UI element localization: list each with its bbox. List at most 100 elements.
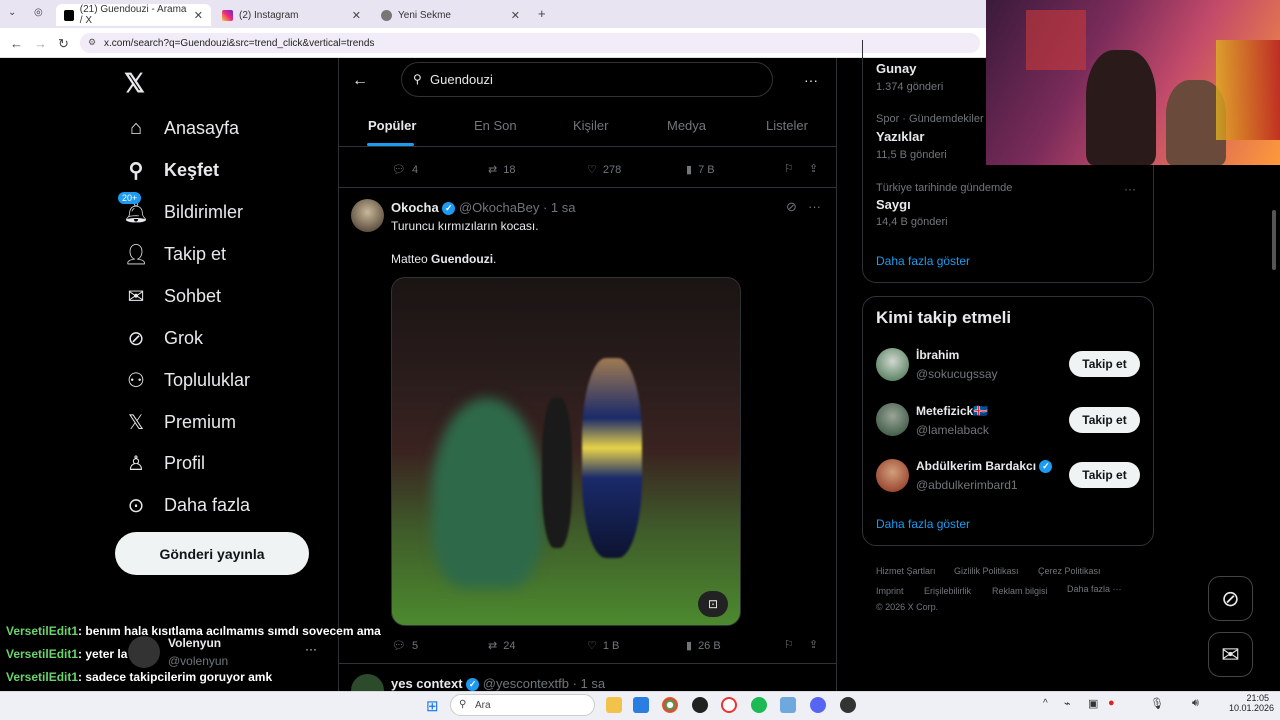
tab-people[interactable]: Kişiler	[573, 118, 608, 133]
image-edit-icon[interactable]: ⊡	[698, 591, 728, 617]
avatar[interactable]	[128, 636, 160, 668]
account-name[interactable]: Volenyun	[168, 636, 221, 650]
microphone-icon[interactable]: 🎙︎	[1150, 697, 1164, 710]
x-logo-icon[interactable]: 𝕏	[124, 68, 145, 99]
sidebar-item-grok[interactable]: ⊘ Grok	[124, 326, 203, 350]
opera-icon[interactable]	[721, 697, 737, 713]
views-button[interactable]: ▮ 26 B	[686, 639, 721, 653]
spotify-icon[interactable]	[751, 697, 767, 713]
avatar[interactable]	[876, 348, 909, 381]
discord-icon[interactable]	[810, 697, 826, 713]
chevron-up-icon[interactable]: ^	[1043, 698, 1048, 709]
sidebar-item-follow[interactable]: 👤︎ Takip et	[123, 242, 226, 266]
more-options-icon[interactable]: ···	[808, 199, 821, 214]
footer-link[interactable]: Imprint	[876, 586, 904, 596]
reply-button[interactable]: 💬︎ 4	[392, 163, 418, 177]
tab-lists[interactable]: Listeler	[766, 118, 808, 133]
post-image[interactable]: ⊡	[391, 277, 741, 626]
forward-icon[interactable]: →	[34, 36, 47, 51]
avatar[interactable]	[876, 459, 909, 492]
tab-group-icon[interactable]: ◎	[34, 7, 43, 18]
close-icon[interactable]: ✕	[194, 9, 203, 22]
user-name[interactable]: İbrahim	[916, 348, 959, 362]
windows-start-icon[interactable]: ⊞	[426, 697, 439, 715]
repost-button[interactable]: ⇄ 18	[488, 163, 515, 177]
post-time[interactable]: · 1 sa	[543, 200, 576, 215]
obs-icon[interactable]	[840, 697, 856, 713]
tab-x-search[interactable]: (21) Guendouzi - Arama / X ✕	[56, 4, 211, 26]
back-arrow-icon[interactable]: ←	[352, 72, 368, 90]
post-author[interactable]: Okocha	[391, 200, 439, 215]
sidebar-item-home[interactable]: ⌂ Anasayfa	[124, 116, 239, 140]
chrome-icon[interactable]	[662, 697, 678, 713]
footer-link[interactable]: Reklam bilgisi	[992, 586, 1048, 596]
tray-icon[interactable]: ▣	[1088, 697, 1098, 710]
clock[interactable]: 21:05 10.01.2026	[1229, 693, 1274, 713]
grok-float-button[interactable]: ⊘	[1208, 576, 1253, 621]
footer-link[interactable]: Çerez Politikası	[1038, 566, 1101, 576]
sidebar-item-premium[interactable]: 𝕏 Premium	[124, 410, 236, 434]
grok-icon[interactable]: ⊘	[786, 199, 797, 215]
more-options-icon[interactable]: ···	[1124, 182, 1136, 196]
footer-more-link[interactable]: Daha fazla ···	[1067, 584, 1122, 594]
post-time[interactable]: · 1 sa	[573, 676, 606, 691]
messages-float-button[interactable]: ✉	[1208, 632, 1253, 677]
trend-title[interactable]: Saygı	[876, 197, 911, 212]
bookmark-icon[interactable]: ⚐	[784, 638, 794, 651]
search-input[interactable]: ⚲ Guendouzi	[401, 62, 773, 97]
more-options-icon[interactable]: ···	[804, 72, 818, 88]
taskbar-search[interactable]: ⚲ Ara	[450, 694, 595, 716]
sidebar-item-notifications[interactable]: 🔔︎ 20+ Bildirimler	[118, 192, 243, 224]
reply-button[interactable]: 💬︎ 5	[392, 639, 418, 653]
repost-button[interactable]: ⇄ 24	[488, 639, 515, 653]
volume-icon[interactable]: 🔊︎	[1192, 697, 1199, 710]
avatar[interactable]	[876, 403, 909, 436]
like-button[interactable]: ♡ 278	[587, 163, 621, 177]
sidebar-item-profile[interactable]: ♙ Profil	[124, 451, 205, 475]
url-field[interactable]: ⚙ x.com/search?q=Guendouzi&src=trend_cli…	[80, 33, 980, 53]
footer-link[interactable]: Gizlilik Politikası	[954, 566, 1019, 576]
sidebar-item-more[interactable]: ⊙ Daha fazla	[124, 493, 250, 517]
sidebar-item-chat[interactable]: ✉ Sohbet	[124, 284, 221, 308]
post-handle[interactable]: @OkochaBey	[459, 200, 539, 215]
post-button[interactable]: Gönderi yayınla	[115, 532, 309, 575]
trend-title[interactable]: Yazıklar	[876, 129, 924, 144]
bookmark-icon[interactable]: ⚐	[784, 162, 794, 175]
scrollbar-thumb[interactable]	[1272, 210, 1276, 270]
share-icon[interactable]: ⇪	[809, 162, 818, 175]
record-icon[interactable]: ●	[1108, 697, 1115, 709]
file-explorer-icon[interactable]	[606, 697, 622, 713]
new-tab-icon[interactable]: +	[538, 6, 546, 21]
avatar[interactable]	[351, 199, 384, 232]
tab-media[interactable]: Medya	[667, 118, 706, 133]
post-author[interactable]: yes context	[391, 676, 463, 691]
follow-button[interactable]: Takip et	[1069, 407, 1140, 433]
back-icon[interactable]: ←	[10, 36, 23, 51]
user-name[interactable]: Metefizick🇮🇸	[916, 404, 988, 418]
reload-icon[interactable]: ↻	[58, 36, 69, 52]
site-info-icon[interactable]: ⚙	[88, 37, 96, 48]
more-dots-icon[interactable]: ···	[305, 642, 317, 656]
tab-popular[interactable]: Popüler	[368, 118, 416, 133]
footer-link[interactable]: Erişilebilirlik	[924, 586, 971, 596]
follow-button[interactable]: Takip et	[1069, 351, 1140, 377]
tab-instagram[interactable]: (2) Instagram ✕	[214, 4, 369, 26]
show-more-link[interactable]: Daha fazla göster	[876, 517, 970, 531]
store-icon[interactable]	[633, 697, 649, 713]
settings-icon[interactable]	[780, 697, 796, 713]
follow-button[interactable]: Takip et	[1069, 462, 1140, 488]
tab-new[interactable]: Yeni Sekme ✕	[373, 4, 528, 26]
like-button[interactable]: ♡ 1 B	[587, 639, 619, 653]
user-name[interactable]: Abdülkerim Bardakcı	[916, 459, 1036, 473]
footer-link[interactable]: Hizmet Şartları	[876, 566, 936, 576]
share-icon[interactable]: ⇪	[809, 638, 818, 651]
close-icon[interactable]: ✕	[352, 9, 361, 22]
network-icon[interactable]: ⌁	[1064, 697, 1071, 710]
views-button[interactable]: ▮ 7 B	[686, 163, 715, 177]
trend-title[interactable]: Gunay	[876, 61, 916, 76]
tab-list-icon[interactable]: ⌄	[8, 7, 16, 18]
tab-latest[interactable]: En Son	[474, 118, 517, 133]
sidebar-item-communities[interactable]: ⚇ Topluluklar	[124, 368, 250, 392]
post-handle[interactable]: @yescontextfb	[483, 676, 569, 691]
steam-icon[interactable]	[692, 697, 708, 713]
